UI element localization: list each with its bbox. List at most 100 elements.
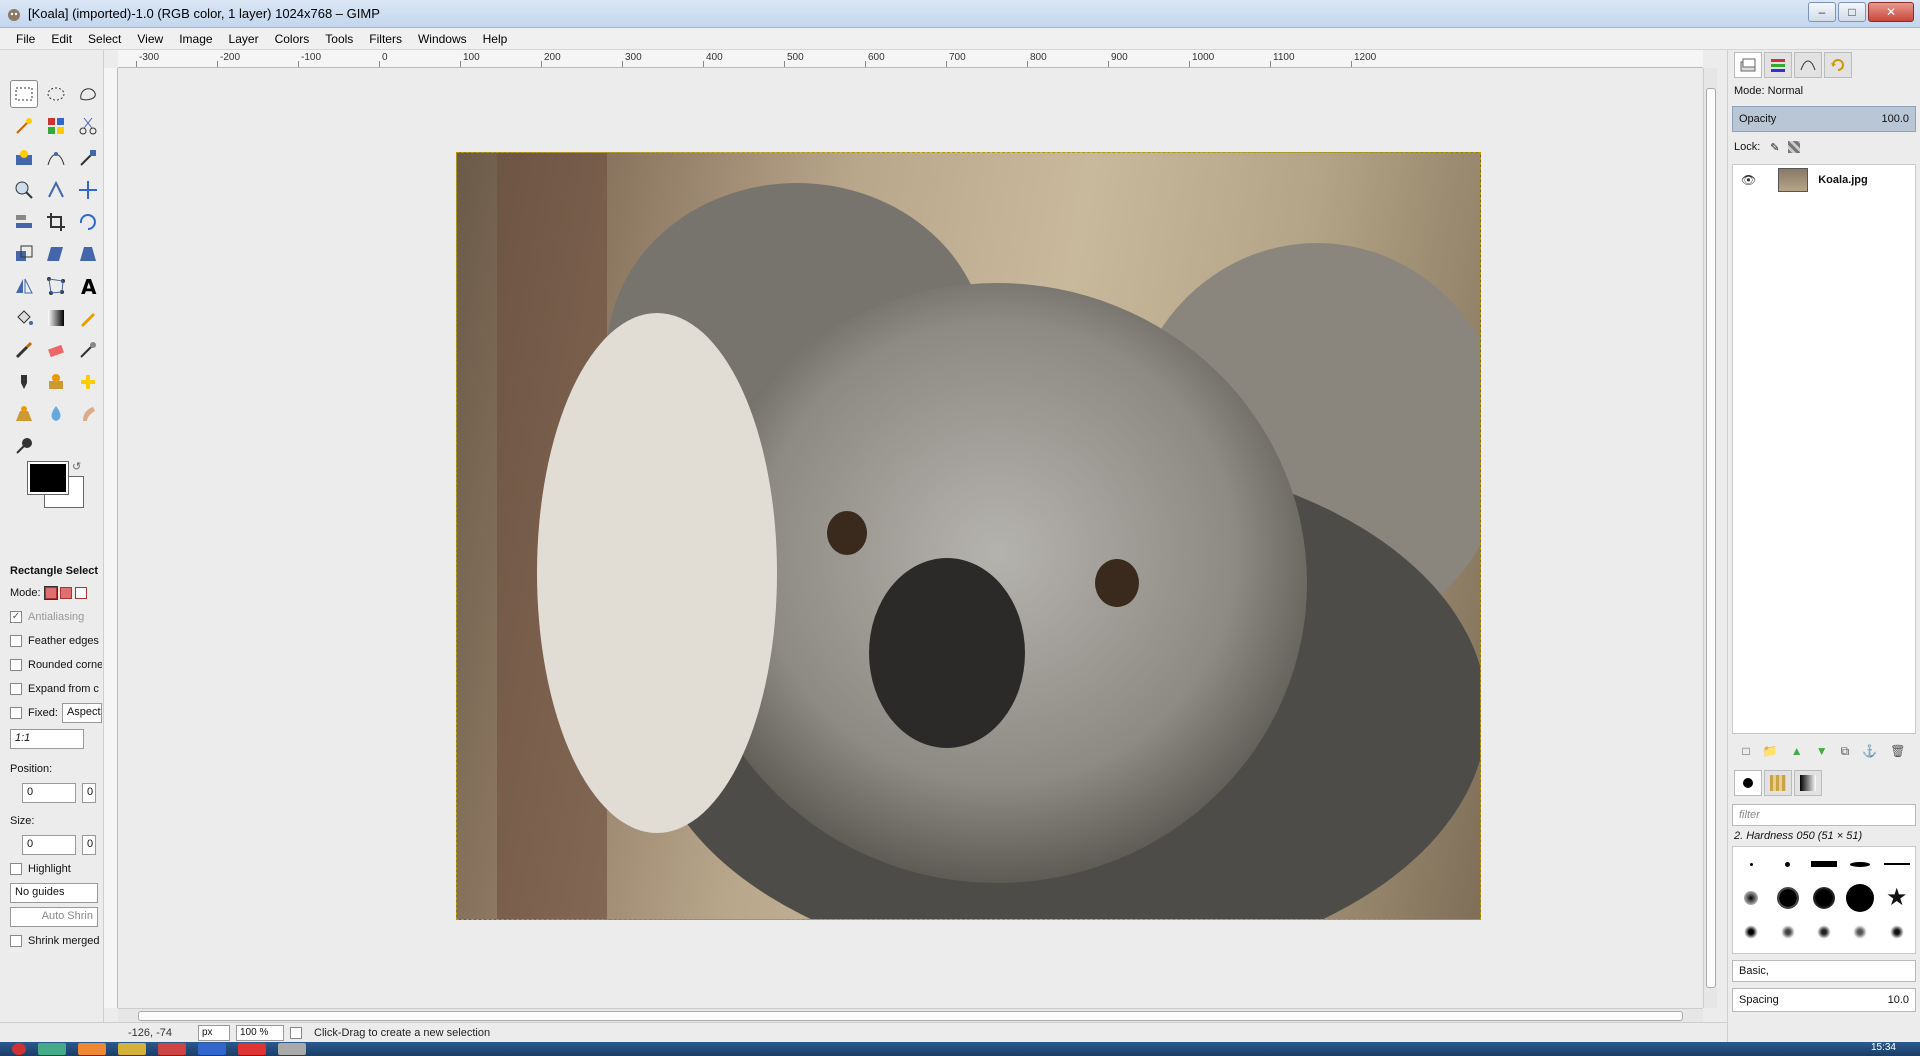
antialiasing-checkbox[interactable]: ✓ <box>10 611 22 623</box>
spacing-slider[interactable]: Spacing 10.0 <box>1732 988 1916 1012</box>
tool-pencil-icon[interactable] <box>74 304 102 332</box>
mode-subtract-button[interactable] <box>74 587 87 599</box>
brush-item[interactable] <box>1810 861 1837 867</box>
taskbar-app-icon[interactable] <box>78 1043 106 1055</box>
brush-item[interactable]: ★ <box>1886 886 1908 910</box>
shrink-merged-checkbox[interactable] <box>10 935 22 947</box>
start-button[interactable] <box>12 1043 26 1055</box>
highlight-checkbox[interactable] <box>10 863 22 875</box>
vertical-scroll-thumb[interactable] <box>1706 88 1716 988</box>
brush-item[interactable] <box>1776 887 1799 909</box>
image-canvas[interactable] <box>456 152 1481 920</box>
brush-item[interactable] <box>1743 924 1760 940</box>
canvas-area[interactable] <box>118 68 1703 1008</box>
tool-flip-icon[interactable] <box>10 272 38 300</box>
brush-item[interactable] <box>1779 924 1796 940</box>
tool-ellipse-select-icon[interactable] <box>42 80 70 108</box>
tool-text-icon[interactable]: A <box>74 272 102 300</box>
tool-heal-icon[interactable] <box>74 368 102 396</box>
minimize-button[interactable]: – <box>1808 2 1836 22</box>
menu-edit[interactable]: Edit <box>51 32 72 46</box>
tool-align-icon[interactable] <box>10 208 38 236</box>
guides-select[interactable]: No guides <box>10 883 98 903</box>
menu-filters[interactable]: Filters <box>369 32 402 46</box>
tool-crop-icon[interactable] <box>42 208 70 236</box>
size-w-input[interactable]: 0 <box>22 835 76 855</box>
fixed-mode-select[interactable]: Aspect <box>61 703 102 723</box>
brush-grid[interactable]: ★ <box>1732 846 1916 954</box>
anchor-layer-icon[interactable]: ⚓ <box>1862 744 1877 758</box>
menu-view[interactable]: View <box>137 32 163 46</box>
new-layer-icon[interactable]: □ <box>1743 744 1750 758</box>
taskbar-app-icon[interactable] <box>278 1043 306 1055</box>
tool-airbrush-icon[interactable] <box>74 336 102 364</box>
menu-select[interactable]: Select <box>88 32 121 46</box>
unit-select[interactable]: px <box>198 1024 230 1041</box>
tab-patterns[interactable] <box>1764 770 1792 796</box>
duplicate-layer-icon[interactable]: ⧉ <box>1841 744 1850 758</box>
brush-item[interactable] <box>1815 924 1832 940</box>
tool-perspective-icon[interactable] <box>74 240 102 268</box>
tab-undo[interactable] <box>1824 52 1852 78</box>
tool-color-picker-icon[interactable] <box>74 144 102 172</box>
tool-bucket-fill-icon[interactable] <box>10 304 38 332</box>
tool-blur-icon[interactable] <box>42 400 70 428</box>
tool-free-select-icon[interactable] <box>74 80 102 108</box>
tab-brushes[interactable] <box>1734 770 1762 796</box>
fixed-checkbox[interactable] <box>10 707 22 719</box>
tool-fuzzy-select-icon[interactable] <box>10 112 38 140</box>
mode-replace-button[interactable] <box>43 586 58 600</box>
tab-paths[interactable] <box>1794 52 1822 78</box>
brush-item[interactable] <box>1888 924 1905 940</box>
taskbar-app-icon[interactable] <box>238 1043 266 1055</box>
menu-windows[interactable]: Windows <box>418 32 467 46</box>
menu-image[interactable]: Image <box>179 32 212 46</box>
tab-gradients[interactable] <box>1794 770 1822 796</box>
tool-select-by-color-icon[interactable] <box>42 112 70 140</box>
zoom-select[interactable]: 100 % <box>236 1024 284 1041</box>
brush-preset-select[interactable]: Basic, <box>1732 960 1916 982</box>
tool-move-icon[interactable] <box>74 176 102 204</box>
tool-measure-icon[interactable] <box>42 176 70 204</box>
horizontal-scrollbar[interactable] <box>118 1008 1703 1022</box>
tool-eraser-icon[interactable] <box>42 336 70 364</box>
tool-rotate-icon[interactable] <box>74 208 102 236</box>
lock-pixels-icon[interactable]: ✎ <box>1770 141 1779 154</box>
foreground-color-swatch[interactable] <box>27 461 69 495</box>
new-layer-group-icon[interactable]: 📁 <box>1763 744 1778 758</box>
ratio-input[interactable]: 1:1 <box>10 729 84 749</box>
raise-layer-icon[interactable]: ▲ <box>1791 744 1803 758</box>
lower-layer-icon[interactable]: ▼ <box>1816 744 1828 758</box>
close-button[interactable]: ✕ <box>1868 2 1914 22</box>
tool-paintbrush-icon[interactable] <box>10 336 38 364</box>
size-h-input[interactable]: 0 <box>82 835 96 855</box>
taskbar-app-icon[interactable] <box>158 1043 186 1055</box>
expand-checkbox[interactable] <box>10 683 22 695</box>
position-y-input[interactable]: 0 <box>82 783 96 803</box>
auto-shrink-button[interactable]: Auto Shrin <box>10 907 98 927</box>
taskbar-app-icon[interactable] <box>118 1043 146 1055</box>
tool-ink-icon[interactable] <box>10 368 38 396</box>
tool-rect-select-icon[interactable] <box>10 80 38 108</box>
menu-tools[interactable]: Tools <box>325 32 353 46</box>
taskbar-app-icon[interactable] <box>38 1043 66 1055</box>
mode-add-button[interactable] <box>59 587 72 599</box>
tool-dodge-burn-icon[interactable] <box>10 432 38 460</box>
position-x-input[interactable]: 0 <box>22 783 76 803</box>
brush-item[interactable] <box>1846 884 1875 912</box>
brush-item[interactable] <box>1744 891 1759 905</box>
brush-item[interactable] <box>1850 861 1871 867</box>
maximize-button[interactable]: □ <box>1838 2 1866 22</box>
tool-smudge-icon[interactable] <box>74 400 102 428</box>
tool-zoom-icon[interactable] <box>10 176 38 204</box>
tool-scale-icon[interactable] <box>10 240 38 268</box>
delete-layer-icon[interactable]: 🗑 <box>1890 744 1905 758</box>
layer-row[interactable]: 👁 Koala.jpg <box>1733 165 1915 195</box>
swap-colors-icon[interactable]: ↺ <box>72 460 81 473</box>
menu-help[interactable]: Help <box>483 32 508 46</box>
brush-item[interactable] <box>1883 863 1910 865</box>
layer-mode-select[interactable]: Mode: Normal <box>1728 80 1920 102</box>
brush-item[interactable] <box>1749 862 1753 866</box>
horizontal-scroll-thumb[interactable] <box>138 1011 1683 1021</box>
feather-checkbox[interactable] <box>10 635 22 647</box>
